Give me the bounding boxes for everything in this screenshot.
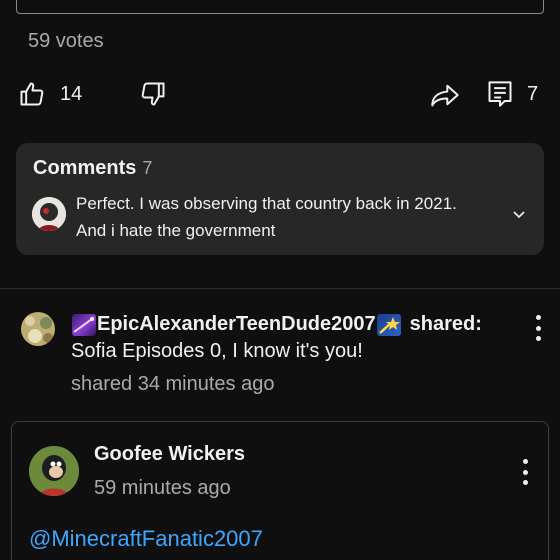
thumbs-down-icon [139, 80, 167, 108]
dislike-button[interactable] [139, 80, 167, 108]
share-verb: shared: [409, 313, 482, 335]
post-author-name[interactable]: Goofee Wickers [94, 443, 245, 466]
post-timestamp: 59 minutes ago [94, 477, 231, 499]
thumbs-up-icon [18, 80, 46, 108]
poll-option-box[interactable] [16, 0, 544, 14]
comment-icon [487, 80, 513, 108]
share-button[interactable] [430, 81, 460, 109]
comments-button[interactable]: 7 [487, 80, 538, 108]
shooting-star-emoji-icon [376, 313, 401, 336]
comments-card[interactable]: Comments 7 Perfect. I was observing that … [16, 143, 544, 255]
post-mention-link[interactable]: @MinecraftFanatic2007 [29, 526, 263, 552]
share-message: Sofia Episodes 0, I know it's you! [71, 340, 363, 362]
post-author-avatar[interactable] [29, 446, 79, 496]
comments-heading-label: Comments [33, 157, 137, 179]
post-more-options-icon[interactable] [515, 459, 535, 485]
share-timestamp: shared 34 minutes ago [71, 373, 275, 395]
like-button[interactable]: 14 [18, 80, 82, 108]
sharer-avatar[interactable] [21, 312, 55, 346]
comment-preview-text: Perfect. I was observing that country ba… [76, 194, 457, 240]
like-count: 14 [60, 82, 83, 105]
comments-heading: Comments 7 [33, 157, 152, 180]
comments-count: 7 [142, 158, 153, 178]
sharer-username[interactable]: EpicAlexanderTeenDude2007 [97, 313, 376, 336]
share-more-options-icon[interactable] [528, 315, 548, 341]
divider [0, 288, 560, 289]
share-arrow-icon [430, 81, 460, 109]
action-bar: 14 7 [0, 76, 560, 116]
chevron-down-icon[interactable] [512, 207, 526, 225]
galaxy-emoji-icon [72, 313, 96, 336]
comment-count: 7 [527, 82, 539, 105]
share-header: EpicAlexanderTeenDude2007 shared: [71, 313, 482, 336]
commenter-avatar[interactable] [32, 197, 66, 231]
poll-votes: 59 votes [28, 30, 104, 52]
